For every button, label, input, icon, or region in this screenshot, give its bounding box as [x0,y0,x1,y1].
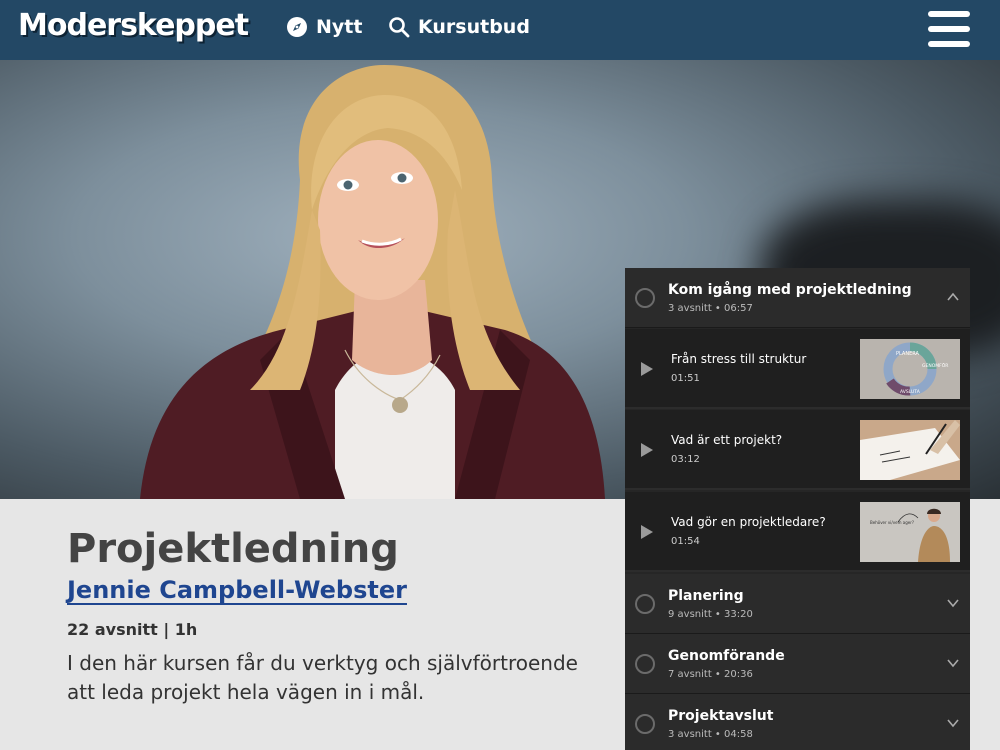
play-icon [641,443,653,457]
progress-circle-icon [635,288,655,308]
nav-item-nytt[interactable]: Nytt [286,16,362,38]
thumb-text-avsluta: AVSLUTA [900,389,921,395]
nav-label-kursutbud: Kursutbud [418,16,530,38]
course-meta: 22 avsnitt | 1h [67,620,198,639]
section-subtitle: 9 avsnitt • 33:20 [668,609,753,620]
episode-item[interactable]: Från stress till struktur 01:51 PLANERA … [625,329,970,409]
episode-duration: 01:54 [671,536,700,547]
play-icon [641,525,653,539]
progress-circle-icon [635,594,655,614]
episode-thumbnail [860,420,960,480]
compass-icon [287,17,307,37]
section-title: Genomförande [668,648,785,664]
episode-thumbnail: Behöver vi/vem ager? [860,502,960,562]
top-navigation-bar: Moderskeppet Nytt Kursutbud [0,0,1000,60]
episode-title: Vad gör en projektledare? [671,515,826,529]
chevron-up-icon[interactable] [946,290,960,304]
progress-circle-icon [635,654,655,674]
episode-duration: 03:12 [671,454,700,465]
chevron-down-icon[interactable] [946,596,960,610]
course-playlist: Kom igång med projektledning 3 avsnitt •… [625,268,970,750]
hamburger-menu-icon[interactable] [928,11,972,49]
nav-label-nytt: Nytt [316,16,363,38]
section-title: Planering [668,588,744,604]
section-subtitle: 7 avsnitt • 20:36 [668,669,753,680]
play-icon [641,362,653,376]
section-genomforande[interactable]: Genomförande 7 avsnitt • 20:36 [625,634,970,694]
section-kom-igang[interactable]: Kom igång med projektledning 3 avsnitt •… [625,268,970,328]
episode-duration: 01:51 [671,373,700,384]
chevron-down-icon[interactable] [946,716,960,730]
episode-title: Vad är ett projekt? [671,433,783,447]
section-title: Kom igång med projektledning [668,282,912,298]
course-description: I den här kursen får du verktyg och själ… [67,651,578,704]
progress-circle-icon [635,714,655,734]
nav-item-kursutbud[interactable]: Kursutbud [388,16,530,38]
author-link[interactable]: Jennie Campbell-Webster [67,576,407,604]
episode-item[interactable]: Vad är ett projekt? 03:12 [625,410,970,490]
episode-thumbnail: PLANERA GENOMFÖR AVSLUTA [860,339,960,399]
chevron-down-icon[interactable] [946,656,960,670]
thumb-speech-text: Behöver vi/vem ager? [870,520,914,525]
section-title: Projektavslut [668,708,774,724]
site-logo[interactable]: Moderskeppet [18,8,249,43]
thumb-text-genomfor: GENOMFÖR [922,362,948,369]
course-title: Projektledning [67,526,399,572]
section-subtitle: 3 avsnitt • 04:58 [668,729,753,740]
section-subtitle: 3 avsnitt • 06:57 [668,303,753,314]
section-planering[interactable]: Planering 9 avsnitt • 33:20 [625,574,970,634]
thumb-text-planera: PLANERA [896,351,920,357]
episode-item[interactable]: Vad gör en projektledare? 01:54 Behöver … [625,492,970,572]
section-projektavslut[interactable]: Projektavslut 3 avsnitt • 04:58 [625,694,970,750]
episode-title: Från stress till struktur [671,352,807,366]
search-icon [389,17,410,38]
